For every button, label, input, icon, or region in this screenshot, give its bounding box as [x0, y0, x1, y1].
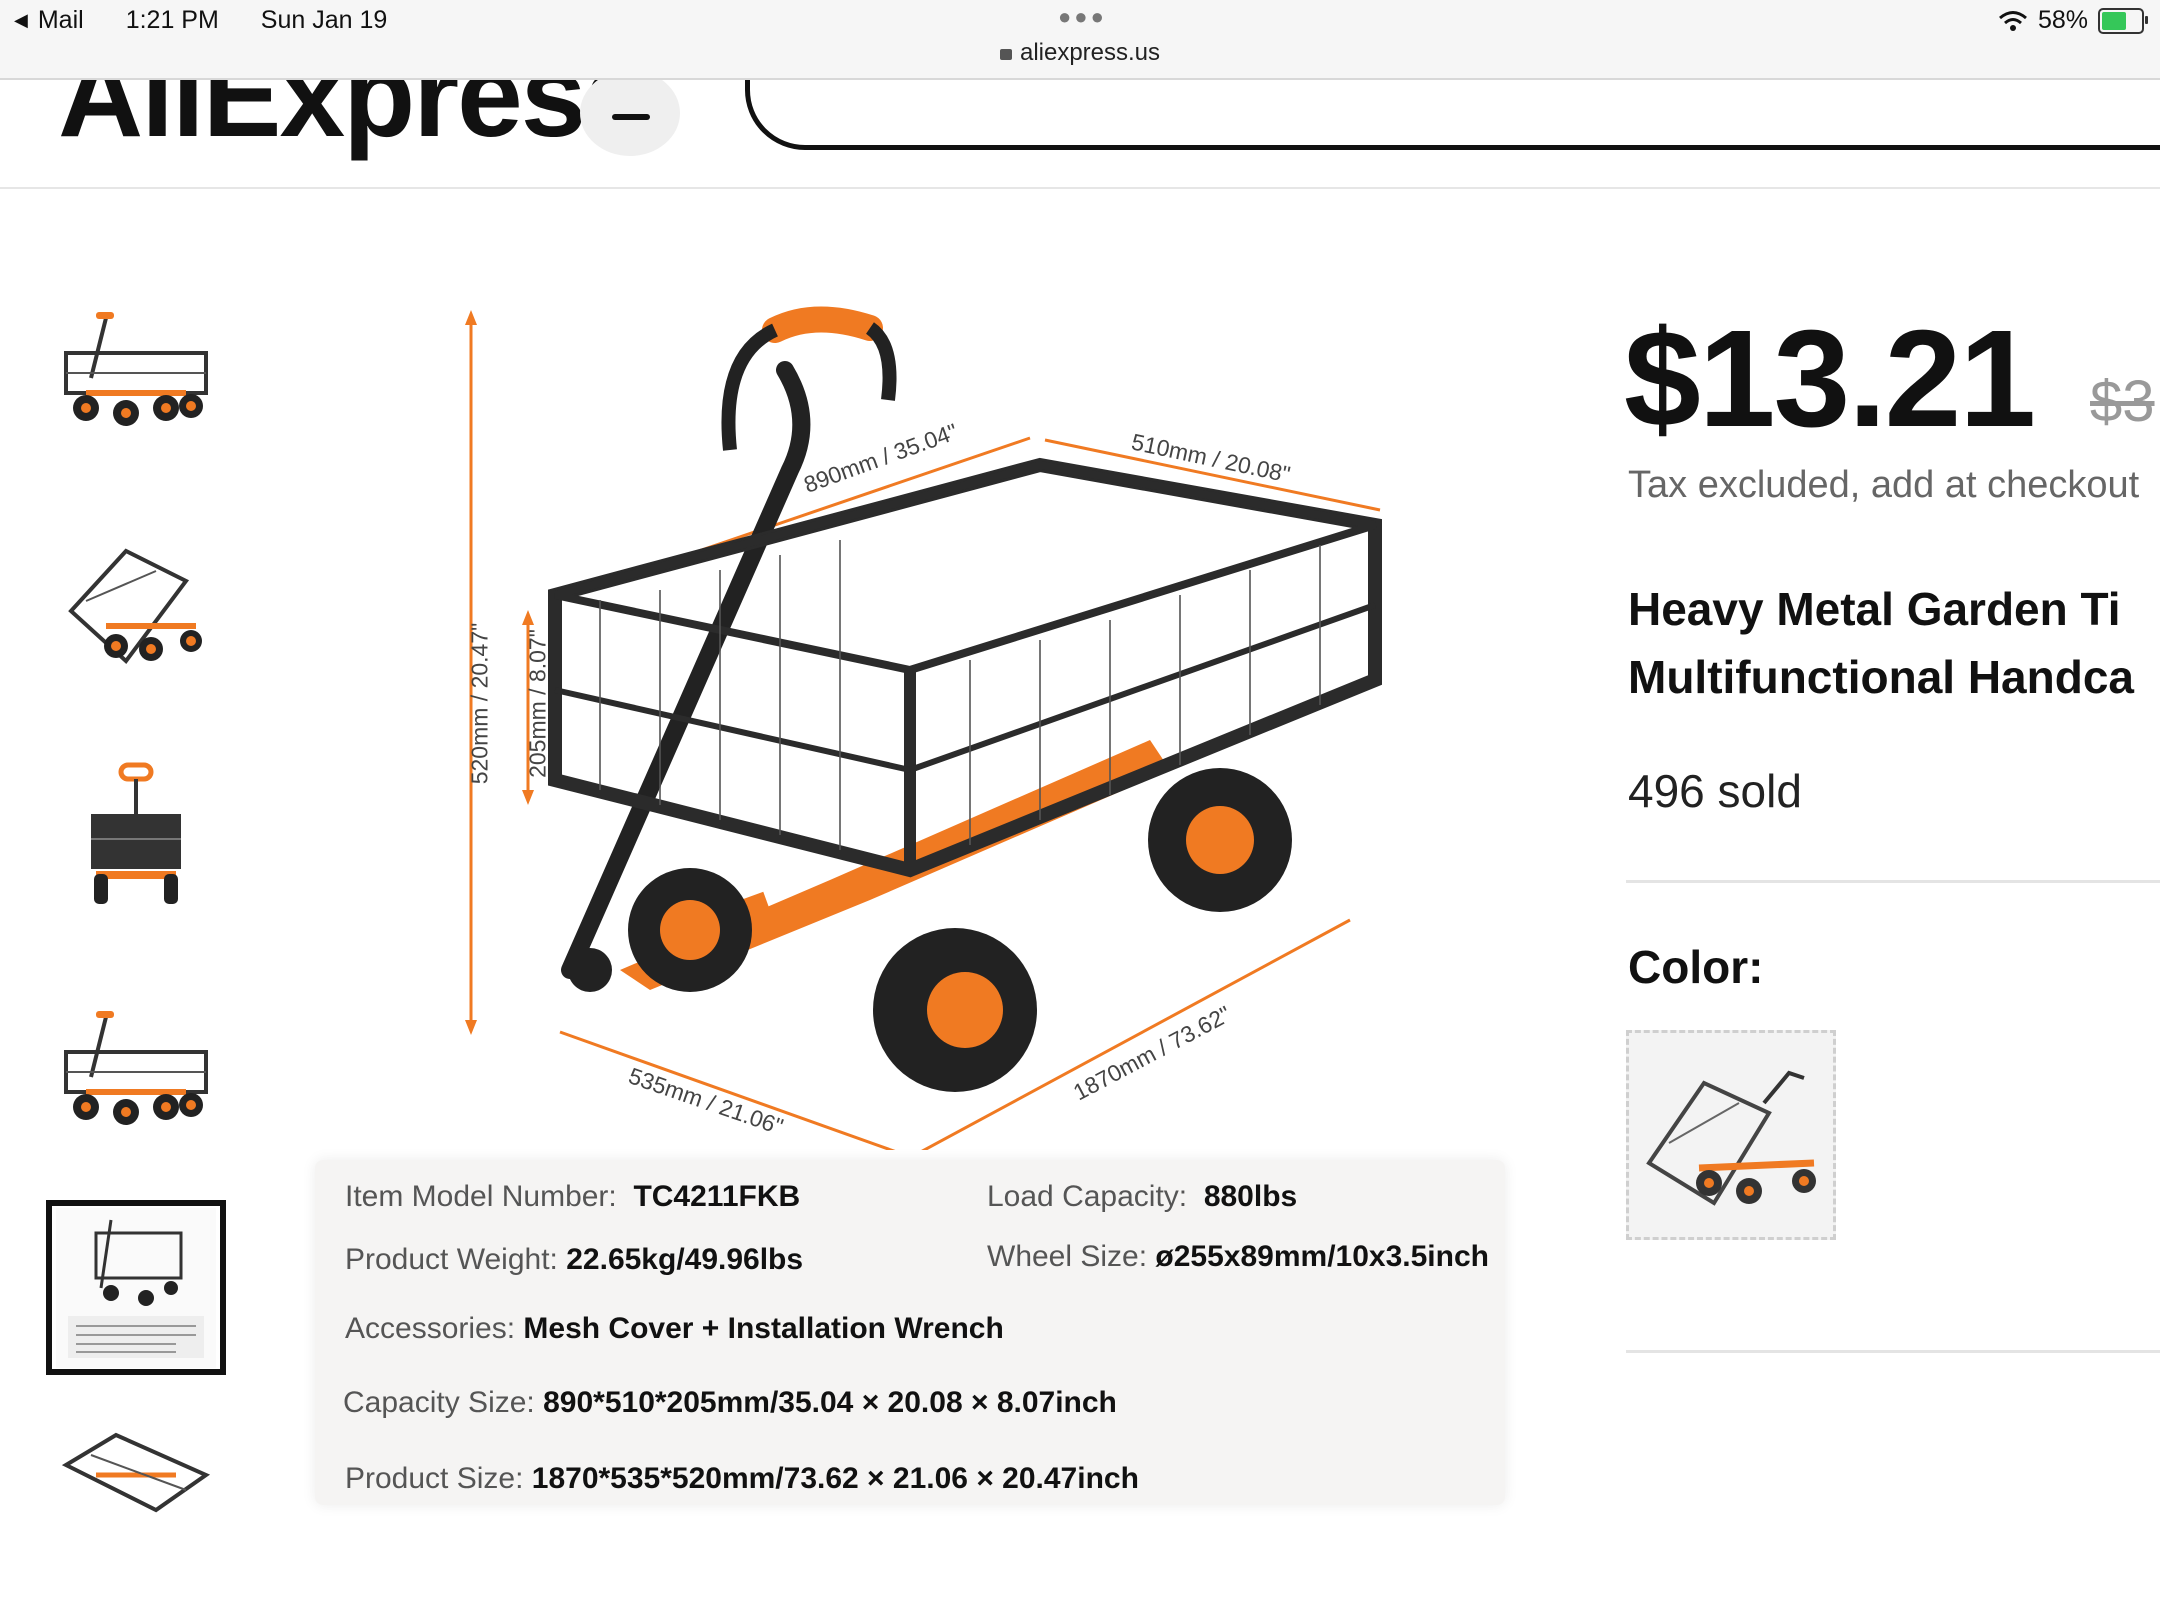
status-right: 58% [1998, 6, 2148, 35]
wifi-icon [1998, 10, 2027, 31]
spec-wheel: Wheel Size: ø255x89mm/10x3.5inch [987, 1240, 1489, 1274]
spec-accessories: Accessories: Mesh Cover + Installation W… [345, 1312, 1004, 1346]
divider [1626, 1350, 2160, 1353]
spec-wheel-label: Wheel Size: [987, 1240, 1148, 1273]
wagon-thumbnail-icon [91, 762, 181, 904]
battery-icon [2098, 7, 2148, 34]
spec-capacity-value: 890*510*205mm/35.04 × 20.08 × 8.07inch [543, 1386, 1117, 1419]
site-header: AliExpress [0, 80, 2160, 189]
spec-wheel-value: ø255x89mm/10x3.5inch [1155, 1240, 1489, 1273]
product-title: Heavy Metal Garden Ti Multifunctional Ha… [1628, 575, 2134, 711]
spec-weight-value: 22.65kg/49.96lbs [566, 1243, 804, 1276]
battery-percent: 58% [2037, 6, 2088, 34]
more-dots-icon[interactable]: ●●● [1058, 4, 1107, 30]
wagon-thumbnail-icon [68, 548, 202, 664]
aliexpress-logo[interactable]: AliExpress [58, 80, 650, 164]
spec-size-value: 1870*535*520mm/73.62 × 21.06 × 20.47inch [531, 1462, 1139, 1495]
lock-icon [999, 49, 1012, 60]
color-label: Color: [1628, 941, 1764, 993]
divider [1626, 880, 2160, 883]
product-title-line1: Heavy Metal Garden Ti [1628, 583, 2121, 635]
thumbnail-6[interactable] [46, 1415, 226, 1515]
spec-model: Item Model Number: TC4211FKB [345, 1180, 800, 1214]
address-bar[interactable]: aliexpress.us [0, 39, 2160, 67]
spec-load: Load Capacity: 880lbs [987, 1180, 1297, 1214]
original-price: $3 [2090, 369, 2155, 434]
thumbnail-3[interactable] [46, 746, 226, 921]
color-option-swatch[interactable] [1626, 1030, 1836, 1240]
main-product-image[interactable]: 520mm / 20.47" 205mm / 8.07" 890mm / 35.… [270, 270, 1540, 1530]
status-bar: ◀ Mail 1:21 PM Sun Jan 19 ●●● aliexpress… [0, 0, 2160, 80]
product-title-line2: Multifunctional Handca [1628, 651, 2134, 703]
status-time: 1:21 PM [125, 6, 219, 34]
spec-capacity-label: Capacity Size: [343, 1386, 535, 1419]
spec-model-label: Item Model Number: [345, 1180, 617, 1213]
wagon-thumbnail-icon [64, 311, 208, 426]
status-date: Sun Jan 19 [260, 6, 388, 34]
spec-weight: Product Weight: 22.65kg/49.96lbs [345, 1243, 803, 1277]
spec-card: Item Model Number: TC4211FKB Load Capaci… [315, 1160, 1505, 1505]
thumbnail-4[interactable] [46, 979, 226, 1154]
dim-height-total: 520mm / 20.47" [466, 622, 493, 785]
thumbnail-2[interactable] [46, 513, 226, 688]
status-left: ◀ Mail 1:21 PM Sun Jan 19 [14, 6, 387, 35]
spec-sheet-thumbnail-icon [56, 1207, 216, 1368]
back-arrow-icon[interactable]: ◀ [14, 10, 28, 31]
dim-height-box: 205mm / 8.07" [524, 629, 551, 778]
wagon-swatch-icon [1646, 1070, 1816, 1206]
url-text: aliexpress.us [1019, 39, 1161, 66]
product-price: $13.21 [1624, 302, 2036, 456]
spec-size-label: Product Size: [345, 1462, 524, 1495]
sold-count: 496 sold [1628, 765, 1802, 817]
wagon-thumbnail-icon [64, 1010, 208, 1125]
thumbnail-5-active[interactable] [46, 1200, 226, 1375]
spec-acc-label: Accessories: [345, 1312, 516, 1345]
spec-load-value: 880lbs [1203, 1180, 1298, 1213]
spec-capacity: Capacity Size: 890*510*205mm/35.04 × 20.… [343, 1386, 1117, 1420]
wagon-illustration [465, 306, 1382, 1150]
thumbnail-1[interactable] [46, 280, 226, 455]
tax-note: Tax excluded, add at checkout [1628, 464, 2140, 506]
spec-size: Product Size: 1870*535*520mm/73.62 × 21.… [345, 1462, 1139, 1496]
spec-weight-label: Product Weight: [345, 1243, 558, 1276]
back-app-label[interactable]: Mail [38, 6, 84, 35]
spec-acc-value: Mesh Cover + Installation Wrench [523, 1312, 1004, 1345]
wagon-thumbnail-icon [61, 1432, 211, 1513]
spec-model-value: TC4211FKB [633, 1180, 801, 1213]
spec-load-label: Load Capacity: [987, 1180, 1188, 1213]
search-input[interactable] [745, 80, 2160, 150]
